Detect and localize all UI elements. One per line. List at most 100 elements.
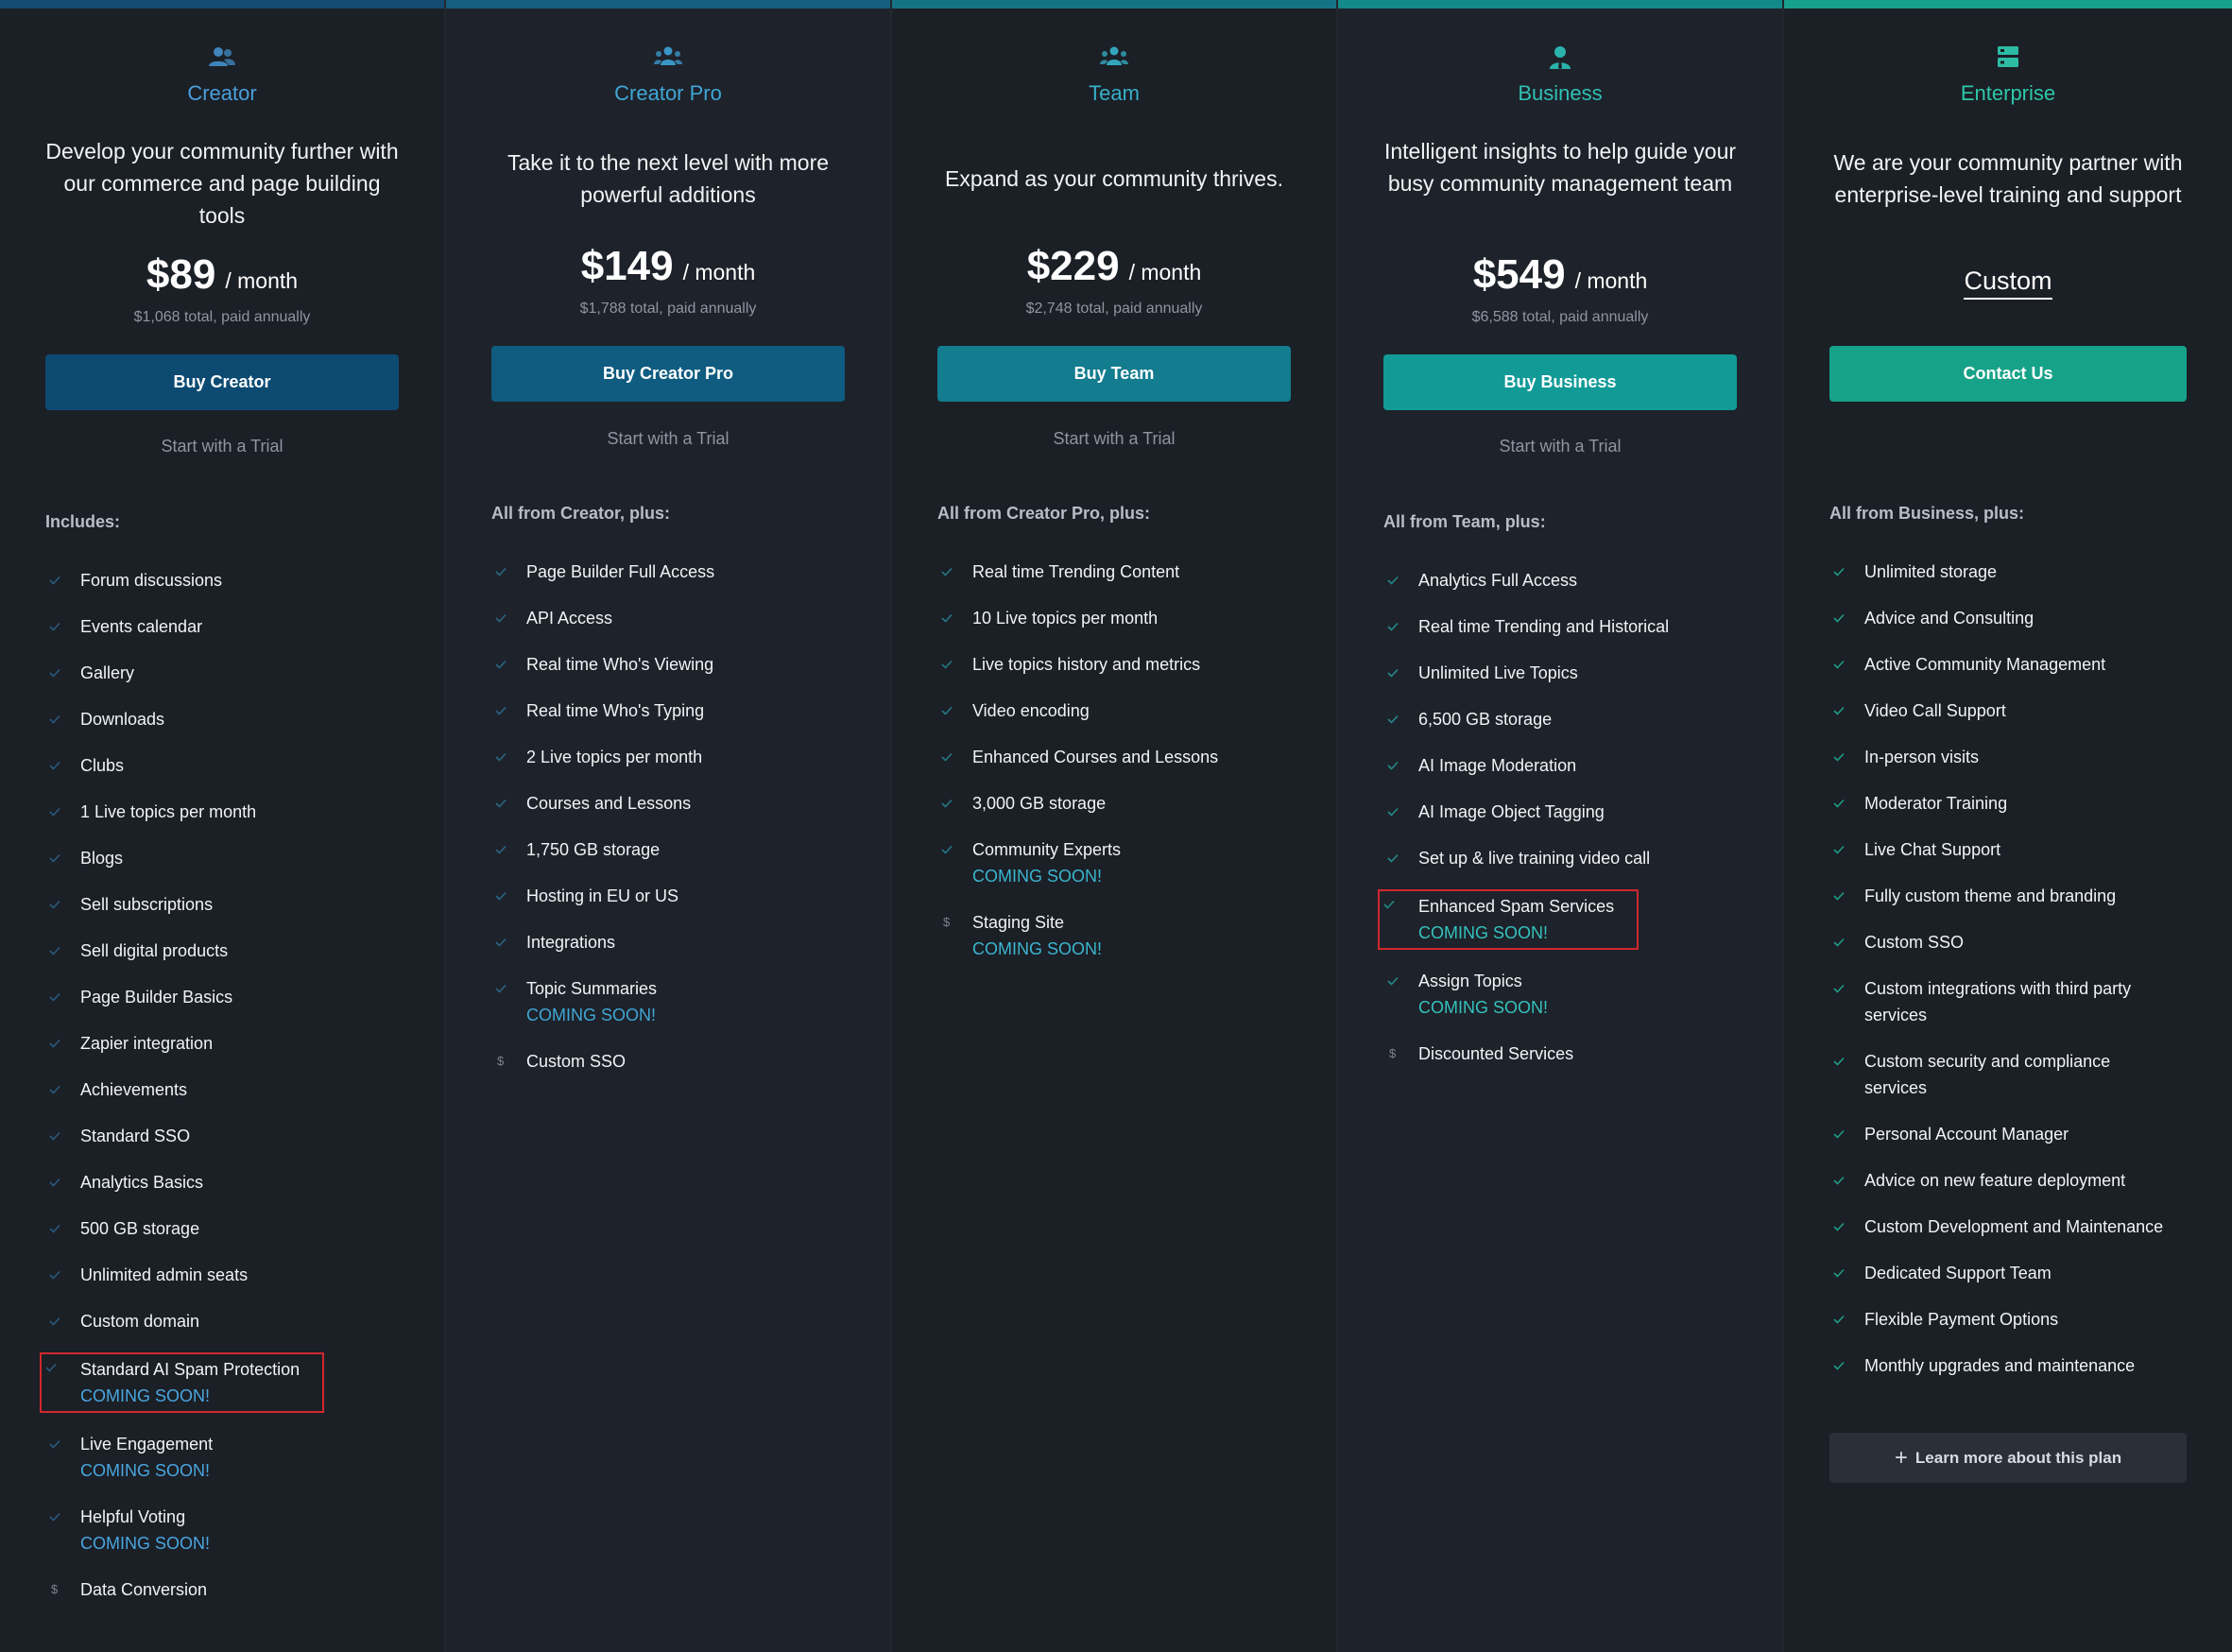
check-icon [495, 883, 510, 909]
feature-label: Forum discussions [80, 571, 223, 590]
feature-item: 3,000 GB storage [937, 790, 1327, 817]
check-icon [495, 559, 510, 585]
check-icon [49, 567, 64, 594]
feature-label: AI Image Moderation [1418, 756, 1577, 775]
learn-more-button[interactable]: + Learn more about this plan [1829, 1433, 2187, 1483]
feature-label: Real time Who's Viewing [526, 655, 714, 674]
check-icon [49, 706, 64, 732]
plan-name: Team [1089, 81, 1140, 105]
feature-label: 1 Live topics per month [80, 802, 257, 821]
feature-item: $ Data Conversion [45, 1576, 435, 1603]
feature-item: Zapier integration [45, 1030, 435, 1057]
contact-us-button[interactable]: Contact Us [1829, 346, 2187, 402]
feature-item: 2 Live topics per month [491, 744, 881, 770]
feature-label: Live Engagement [80, 1435, 214, 1454]
feature-item: Achievements [45, 1076, 435, 1103]
feature-label: Page Builder Basics [80, 988, 233, 1007]
plan-tagline: We are your community partner with enter… [1833, 150, 2183, 207]
price-note: $2,748 total, paid annually [1025, 301, 1203, 317]
plan-tagline: Take it to the next level with more powe… [506, 150, 830, 207]
start-trial-link[interactable]: Start with a Trial [446, 429, 890, 449]
feature-label: Real time Trending and Historical [1418, 617, 1670, 636]
plan-accent-bar [0, 0, 444, 9]
feature-item: Topic Summaries COMING SOON! [491, 975, 881, 1028]
price-amount: $149 [580, 243, 674, 289]
feature-item: Analytics Basics [45, 1169, 435, 1196]
feature-list: Real time Trending Content 10 Live topics… [937, 559, 1327, 982]
feature-label: Sell subscriptions [80, 895, 214, 914]
feature-label: 500 GB storage [80, 1219, 200, 1238]
plan-price: $549 / month [1338, 251, 1782, 299]
plan-tagline: Develop your community further with our … [45, 139, 399, 228]
check-icon [1833, 1306, 1848, 1333]
plan-card-team: Team Expand as your community thrives. $… [892, 0, 1338, 1652]
price-period: / month [225, 268, 299, 293]
feature-item: Sell subscriptions [45, 891, 435, 918]
plan-accent-bar [892, 0, 1336, 9]
check-icon [495, 651, 510, 678]
check-icon [495, 836, 510, 863]
check-icon [941, 836, 956, 863]
feature-item: Enhanced Courses and Lessons [937, 744, 1327, 770]
check-icon [1833, 651, 1848, 678]
feature-item: Advice and Consulting [1829, 605, 2223, 631]
feature-label: Video encoding [972, 701, 1090, 720]
feature-label: Active Community Management [1864, 655, 2106, 674]
price-amount: $89 [146, 251, 216, 298]
check-icon [49, 891, 64, 918]
feature-item: Courses and Lessons [491, 790, 881, 817]
dollar-icon: $ [1389, 1046, 1397, 1060]
start-trial-link[interactable]: Start with a Trial [892, 429, 1336, 449]
buy-creator-pro-button[interactable]: Buy Creator Pro [491, 346, 845, 402]
feature-label: Live Chat Support [1864, 840, 2001, 859]
feature-item: Video encoding [937, 697, 1327, 724]
buy-business-button[interactable]: Buy Business [1383, 354, 1737, 410]
feature-label: Standard AI Spam Protection [80, 1360, 300, 1379]
start-trial-link[interactable]: Start with a Trial [0, 437, 444, 456]
feature-item: Real time Who's Viewing [491, 651, 881, 678]
feature-label: Real time Trending Content [972, 562, 1180, 581]
feature-item: Moderator Training [1829, 790, 2223, 817]
buy-team-button[interactable]: Buy Team [937, 346, 1291, 402]
feature-list: Unlimited storage Advice and Consulting Ac… [1829, 559, 2223, 1399]
check-icon [49, 1169, 64, 1196]
check-icon [1383, 891, 1399, 918]
plan-tagline: Expand as your community thrives. [945, 166, 1283, 191]
check-icon [49, 1030, 64, 1057]
check-icon [1833, 1213, 1848, 1240]
feature-label: AI Image Object Tagging [1418, 802, 1605, 821]
plan-accent-bar [1338, 0, 1782, 9]
feature-item: In-person visits [1829, 744, 2223, 770]
check-icon [1833, 1352, 1848, 1379]
feature-label: Sell digital products [80, 941, 229, 960]
start-trial-link[interactable]: Start with a Trial [1338, 437, 1782, 456]
feature-item: Dedicated Support Team [1829, 1260, 2223, 1286]
feature-item: Page Builder Basics [45, 984, 435, 1010]
buy-creator-button[interactable]: Buy Creator [45, 354, 399, 410]
feature-list: Page Builder Full Access API Access Real t… [491, 559, 881, 1094]
plan-accent-bar [446, 0, 890, 9]
price-note: $1,788 total, paid annually [579, 301, 757, 317]
check-icon [1833, 1167, 1848, 1194]
plan-accent-bar [1784, 0, 2232, 9]
feature-label: API Access [526, 609, 613, 628]
feature-item: Active Community Management [1829, 651, 2223, 678]
feature-item: Page Builder Full Access [491, 559, 881, 585]
price-amount: $549 [1472, 251, 1566, 298]
check-icon [49, 1431, 64, 1457]
check-icon [495, 744, 510, 770]
check-icon [49, 1308, 64, 1334]
feature-item: Live Engagement COMING SOON! [45, 1431, 435, 1484]
feature-label: Page Builder Full Access [526, 562, 715, 581]
feature-item: Real time Trending Content [937, 559, 1327, 585]
feature-item: API Access [491, 605, 881, 631]
feature-item: Events calendar [45, 613, 435, 640]
feature-label: Fully custom theme and branding [1864, 886, 2117, 905]
feature-label: Data Conversion [80, 1580, 208, 1599]
feature-item: Custom integrations with third party ser… [1829, 975, 2166, 1028]
check-icon [1833, 697, 1848, 724]
price-period: / month [1128, 260, 1202, 284]
check-icon [941, 605, 956, 631]
feature-label: 10 Live topics per month [972, 609, 1159, 628]
feature-label: Custom Development and Maintenance [1864, 1217, 2164, 1236]
